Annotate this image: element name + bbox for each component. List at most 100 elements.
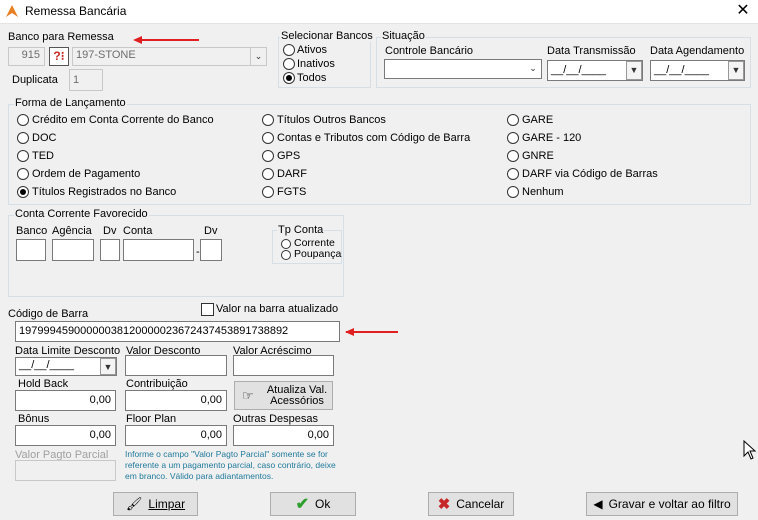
radio-nenhum[interactable] (507, 186, 519, 198)
radio-gnre[interactable] (507, 150, 519, 162)
radio-inativos-label: Inativos (297, 58, 335, 70)
radio-poupanca-label: Poupança (294, 248, 342, 260)
banco-label: Banco para Remessa (8, 31, 114, 43)
radio-ordem-pagamento-label: Ordem de Pagamento (32, 168, 141, 180)
controle-label: Controle Bancário (385, 45, 474, 57)
data-limite-label: Data Limite Desconto (15, 345, 121, 357)
banco-name-combo[interactable]: 197-STONE (72, 47, 267, 66)
radio-darf-codigo-barras[interactable] (507, 168, 519, 180)
conta-banco-label: Banco (16, 225, 48, 237)
annotation-arrow (141, 39, 199, 41)
eraser-brush-icon: 🖌 (125, 496, 143, 511)
radio-ativos-label: Ativos (297, 44, 327, 56)
parcial-hint: Informe o campo "Valor Pagto Parcial" so… (125, 449, 336, 481)
help-question-icon[interactable]: ?⁝ (49, 47, 69, 66)
banco-name-value: 197-STONE (76, 49, 136, 61)
radio-fgts[interactable] (262, 186, 274, 198)
contribuicao-field[interactable]: 0,00 (125, 390, 227, 411)
radio-fgts-label: FGTS (277, 186, 307, 198)
conta-dv2-label: Dv (204, 225, 218, 237)
app-logo-icon (6, 5, 18, 17)
radio-ordem-pagamento[interactable] (17, 168, 29, 180)
atualiza-button[interactable]: ☞ Atualiza Val. Acessórios (234, 381, 333, 410)
conta-conta-field[interactable] (123, 239, 194, 261)
radio-poupanca[interactable] (281, 250, 291, 260)
radio-ativos[interactable] (283, 44, 295, 56)
back-arrow-icon: ◀ (593, 497, 603, 511)
outras-despesas-field[interactable]: 0,00 (233, 425, 334, 446)
radio-gare-120[interactable] (507, 132, 519, 144)
annotation-arrow-head (133, 36, 142, 44)
chevron-down-icon[interactable]: ⌄ (250, 48, 266, 65)
conta-agencia-label: Agência (52, 225, 92, 237)
radio-inativos[interactable] (283, 58, 295, 70)
radio-contas-tributos[interactable] (262, 132, 274, 144)
conta-dv1-label: Dv (103, 225, 117, 237)
radio-titulos-registrados[interactable] (17, 186, 29, 198)
mouse-cursor-icon (743, 440, 757, 460)
calendar-dropdown-icon[interactable]: ▼ (626, 61, 642, 80)
close-icon[interactable]: ✕ (728, 0, 758, 24)
valor-barra-checkbox[interactable] (201, 303, 214, 316)
radio-darf-label: DARF (277, 168, 307, 180)
limpar-label: Limpar (148, 497, 186, 511)
annotation-arrow-head (345, 328, 354, 336)
duplicata-field[interactable]: 1 (69, 69, 103, 91)
cancelar-button[interactable]: ✖ Cancelar (428, 492, 514, 516)
radio-ted[interactable] (17, 150, 29, 162)
radio-darf-codigo-barras-label: DARF via Código de Barras (522, 168, 658, 180)
codigo-barra-field[interactable]: 1979994590000003812000002367243745389173… (15, 321, 340, 342)
cancel-x-icon: ✖ (437, 496, 451, 513)
conta-dv2-field[interactable] (200, 239, 222, 261)
limpar-button[interactable]: 🖌 Limpar (113, 492, 198, 516)
radio-gare[interactable] (507, 114, 519, 126)
situacao-legend: Situação (381, 30, 426, 42)
radio-todos[interactable] (283, 72, 295, 84)
chevron-down-icon[interactable]: ⌄ (525, 60, 541, 78)
radio-todos-label: Todos (297, 72, 327, 84)
conta-dv1-field[interactable] (100, 239, 120, 261)
outras-despesas-label: Outras Despesas (233, 413, 318, 425)
conta-conta-label: Conta (123, 225, 153, 237)
tp-conta-legend: Tp Conta (277, 224, 325, 236)
radio-titulos-outros-label: Títulos Outros Bancos (277, 114, 386, 126)
calendar-dropdown-icon[interactable]: ▼ (728, 61, 744, 80)
radio-titulos-outros[interactable] (262, 114, 274, 126)
hold-back-field[interactable]: 0,00 (15, 390, 116, 411)
calendar-dropdown-icon[interactable]: ▼ (100, 358, 116, 375)
agendamento-label: Data Agendamento (650, 45, 745, 57)
valor-desconto-field[interactable] (125, 355, 227, 376)
radio-doc-label: DOC (32, 132, 57, 144)
check-icon: ✔ (295, 496, 310, 513)
radio-titulos-registrados-label: Títulos Registrados no Banco (32, 186, 177, 198)
valor-parcial-field[interactable] (15, 460, 116, 481)
radio-nenhum-label: Nenhum (522, 186, 564, 198)
controle-combo[interactable] (384, 59, 542, 79)
valor-barra-checkbox-label: Valor na barra atualizado (216, 303, 339, 315)
valor-acrescimo-field[interactable] (233, 355, 334, 376)
radio-gps[interactable] (262, 150, 274, 162)
duplicata-label: Duplicata (12, 74, 58, 86)
radio-credito-conta[interactable] (17, 114, 29, 126)
floor-plan-field[interactable]: 0,00 (125, 425, 227, 446)
radio-gare-label: GARE (522, 114, 554, 126)
contribuicao-label: Contribuição (126, 378, 188, 390)
radio-gps-label: GPS (277, 150, 301, 162)
ok-button[interactable]: ✔ Ok (270, 492, 356, 516)
radio-ted-label: TED (32, 150, 54, 162)
radio-gare-120-label: GARE - 120 (522, 132, 582, 144)
selecionar-legend: Selecionar Bancos (280, 30, 374, 42)
bonus-field[interactable]: 0,00 (15, 425, 116, 446)
codigo-barra-label: Código de Barra (8, 308, 89, 320)
gravar-button[interactable]: ◀ Gravar e voltar ao filtro (586, 492, 738, 516)
radio-doc[interactable] (17, 132, 29, 144)
conta-agencia-field[interactable] (52, 239, 94, 261)
radio-credito-conta-label: Crédito em Conta Corrente do Banco (32, 114, 214, 126)
hold-back-label: Hold Back (18, 378, 69, 390)
radio-darf[interactable] (262, 168, 274, 180)
conta-banco-field[interactable] (16, 239, 46, 261)
forma-legend: Forma de Lançamento (14, 97, 127, 109)
radio-corrente[interactable] (281, 239, 291, 249)
banco-code-field[interactable]: 915 (8, 47, 45, 66)
bonus-label: Bônus (18, 413, 50, 425)
